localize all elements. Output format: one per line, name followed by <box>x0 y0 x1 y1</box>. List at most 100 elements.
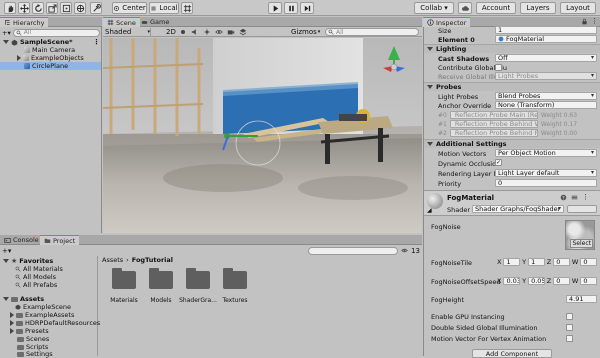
assets-root[interactable]: Assets <box>3 295 44 303</box>
shading-mode-dropdown[interactable]: Shaded ▾ <box>105 28 151 36</box>
project-add-button[interactable]: +▾ <box>2 247 11 255</box>
more-options-icon[interactable]: ⋮ <box>93 38 100 46</box>
shader-dropdown[interactable]: Shader Graphs/FogShader <box>472 205 564 213</box>
priority-field[interactable]: 0 <box>495 179 597 187</box>
toggle-2d-button[interactable]: 2D <box>166 28 176 36</box>
dynamic-occlusion-checkbox[interactable]: ✓ <box>495 159 502 166</box>
scene-viewport[interactable] <box>103 38 422 233</box>
asset-folder-models[interactable]: Models <box>141 268 181 304</box>
transform-tool-button[interactable] <box>74 2 86 14</box>
light-probes-dropdown[interactable]: Blend Probes <box>495 92 597 100</box>
pivot-toggle-button[interactable]: Center <box>112 2 147 14</box>
vector-w-field[interactable]: 0 <box>580 277 598 285</box>
fog-height-field[interactable]: 4.91 <box>566 295 597 303</box>
vector-x-field[interactable]: 1 <box>503 258 521 266</box>
hierarchy-item-example-objects[interactable]: ExampleObjects <box>17 54 84 62</box>
edit-shader-button[interactable] <box>567 205 597 213</box>
scene-search-input[interactable]: All <box>325 28 419 36</box>
play-button[interactable] <box>268 2 282 14</box>
lock-icon[interactable] <box>581 18 588 25</box>
select-texture-button[interactable]: Select <box>570 239 593 248</box>
favorite-item[interactable]: All Prefabs <box>15 281 57 289</box>
audio-toggle-icon[interactable] <box>191 28 199 36</box>
pause-button[interactable] <box>284 2 298 14</box>
vector-w-field[interactable]: 0 <box>580 258 598 266</box>
element-field[interactable]: FogMaterial <box>495 35 597 43</box>
hidden-objects-icon[interactable] <box>215 28 223 36</box>
gizmos-dropdown[interactable]: Gizmos ▾ <box>291 28 320 36</box>
grid-snap-button[interactable] <box>181 2 193 14</box>
custom-tool-button[interactable] <box>90 2 102 14</box>
more-options-icon[interactable]: ⋮ <box>582 193 589 201</box>
favorite-item[interactable]: All Materials <box>15 265 63 273</box>
scene-tab-label: Scene <box>116 18 136 27</box>
tab-inspector[interactable]: Inspector <box>423 17 471 27</box>
scene-root-item[interactable]: SampleScene* ⋮ <box>3 38 100 46</box>
contribute-gi-checkbox[interactable] <box>495 64 502 71</box>
size-field[interactable]: 1 <box>495 26 597 34</box>
breadcrumb-root[interactable]: Assets <box>102 256 123 264</box>
account-dropdown[interactable]: Account <box>476 2 516 14</box>
double-sided-gi-checkbox[interactable] <box>566 324 573 331</box>
preset-icon[interactable] <box>571 194 578 201</box>
vector-y-field[interactable]: 1 <box>528 258 545 266</box>
collapse-triangle-icon[interactable]: ◢ <box>427 207 432 214</box>
add-component-button[interactable]: Add Component <box>472 349 552 358</box>
lighting-section-header[interactable]: Lighting <box>424 44 600 53</box>
hierarchy-item-circle-plane[interactable]: CirclePlane <box>0 62 101 70</box>
project-search-input[interactable] <box>308 246 399 255</box>
layers-visibility-icon[interactable] <box>239 28 247 36</box>
tab-project[interactable]: Project <box>40 235 80 245</box>
asset-tree-item[interactable]: Settings <box>17 350 53 358</box>
breadcrumb-current[interactable]: FogTutorial <box>132 256 173 264</box>
help-icon[interactable]: ? <box>560 194 567 201</box>
asset-tree-item[interactable]: HDRPDefaultResources <box>10 319 100 327</box>
camera-settings-icon[interactable] <box>227 28 235 36</box>
more-options-icon[interactable]: ⋮ <box>591 17 598 25</box>
tab-hierarchy[interactable]: Hierarchy <box>0 17 49 27</box>
asset-tree-item[interactable]: Scenes <box>17 335 49 343</box>
asset-folder-materials[interactable]: Materials <box>104 268 144 304</box>
effects-toggle-icon[interactable] <box>203 28 211 36</box>
layers-dropdown[interactable]: Layers <box>520 2 556 14</box>
space-toggle-button[interactable]: Local <box>149 2 179 14</box>
tab-game[interactable]: Game <box>137 17 173 27</box>
vector-z-field[interactable]: 0 <box>553 258 570 266</box>
motion-vectors-dropdown[interactable]: Per Object Motion <box>495 149 597 157</box>
hand-tool-button[interactable] <box>4 2 16 14</box>
favorite-item[interactable]: All Models <box>15 273 56 281</box>
hierarchy-add-button[interactable]: +▾ <box>2 29 11 37</box>
rect-tool-button[interactable] <box>60 2 72 14</box>
anchor-override-field[interactable]: None (Transform) <box>495 101 597 109</box>
vector-x-field[interactable]: 0.03 <box>503 277 521 285</box>
rendering-layer-dropdown[interactable]: Light Layer default <box>495 169 597 177</box>
hierarchy-item-main-camera[interactable]: Main Camera <box>24 46 75 54</box>
asset-folder-shadergraphs[interactable]: ShaderGra... <box>178 268 218 304</box>
tab-scene[interactable]: Scene <box>103 17 140 27</box>
vector-y-field[interactable]: 0.05 <box>528 277 545 285</box>
rotate-tool-button[interactable] <box>32 2 44 14</box>
vector-z-field[interactable]: 0 <box>553 277 570 285</box>
collab-dropdown[interactable]: Collab ▾ <box>414 2 454 14</box>
step-button[interactable] <box>300 2 314 14</box>
asset-tree-item[interactable]: ExampleAssets <box>10 311 74 319</box>
cast-shadows-dropdown[interactable]: Off <box>495 54 597 62</box>
motion-vector-vertex-checkbox[interactable] <box>566 335 573 342</box>
asset-folder-textures[interactable]: Textures <box>215 268 255 304</box>
receive-gi-dropdown[interactable]: Light Probes <box>495 72 597 80</box>
additional-settings-header[interactable]: Additional Settings <box>424 139 600 148</box>
layout-dropdown[interactable]: Layout <box>560 2 596 14</box>
asset-tree-item[interactable]: ExampleScene <box>15 303 71 311</box>
fog-noise-texture-slot[interactable]: Select <box>565 220 595 250</box>
tab-console[interactable]: Console <box>0 235 43 245</box>
cloud-button[interactable] <box>458 2 472 14</box>
move-tool-button[interactable] <box>18 2 30 14</box>
eye-icon[interactable] <box>401 247 408 254</box>
lighting-toggle-icon[interactable] <box>179 28 187 36</box>
hierarchy-search-input[interactable]: All <box>12 28 100 37</box>
asset-tree-item[interactable]: Presets <box>10 327 49 335</box>
gpu-instancing-checkbox[interactable] <box>566 313 573 320</box>
probes-section-header[interactable]: Probes <box>424 82 600 91</box>
scale-tool-button[interactable] <box>46 2 58 14</box>
favorites-header[interactable]: ★ Favorites <box>3 257 53 265</box>
